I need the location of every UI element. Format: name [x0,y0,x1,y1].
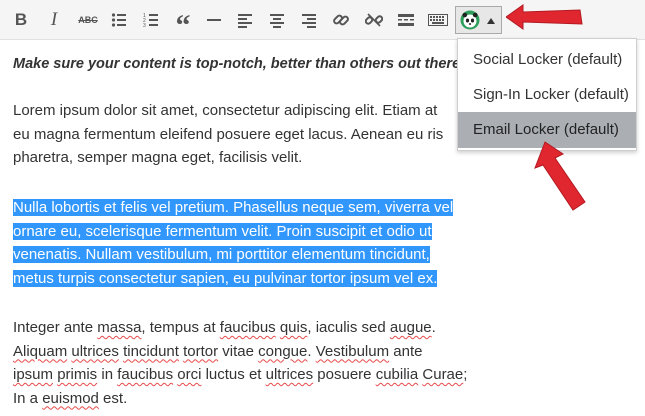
spellcheck-word: ultrices [71,342,119,360]
paragraph-line: Lorem ipsum dolor sit amet, consectetur … [13,102,438,119]
strikethrough-icon: ABC [78,15,98,25]
selected-text-line: venenatis. Nullam vestibulum, mi porttit… [13,246,430,263]
locker-dropdown-menu: Social Locker (default) Sign-In Locker (… [457,38,637,151]
horizontal-line-icon [207,19,221,21]
align-right-icon [302,14,316,28]
read-more-button[interactable] [393,7,419,33]
selected-text-line: metus turpis consectetur sapien, eu pulv… [13,269,438,287]
spellcheck-word: Curae [422,366,464,383]
spellcheck-word: Aliquam [13,342,68,360]
caret-up-icon [487,18,495,24]
align-center-button[interactable] [264,7,290,33]
annotation-arrow-icon [506,4,583,30]
bold-icon: B [14,10,28,29]
paragraph-line: eu magna fermentum eleifend posuere eget… [13,125,444,143]
numbered-list-icon: 1 2 3 [143,13,158,28]
unlink-icon [365,13,383,27]
svg-text:3: 3 [143,23,146,28]
selected-paragraph: Nulla lobortis et felis vel pretium. Pha… [13,196,454,290]
locker-dropdown-button[interactable] [455,6,502,34]
spellcheck-word: massa [97,319,142,336]
paragraph-1: Lorem ipsum dolor sit amet, consectetur … [13,99,443,170]
selected-text-line: Nulla lobortis et felis vel pretium. Pha… [13,199,454,216]
bold-button[interactable]: B [8,7,34,33]
spellcheck-word: faucibus [117,366,174,383]
align-right-button[interactable] [296,7,322,33]
horizontal-line-button[interactable] [201,7,227,33]
remove-link-button[interactable] [361,7,387,33]
align-left-button[interactable] [232,7,258,33]
paragraph-line: In a euismod est. [13,389,128,407]
spellcheck-word: euismod [42,389,99,407]
bulleted-list-icon [111,13,126,27]
menu-item-sign-in-locker[interactable]: Sign-In Locker (default) [458,77,636,113]
spellcheck-word: ultrices [265,366,314,383]
intro-text: Make sure your content is top-notch, bet… [13,56,465,72]
blockquote-button[interactable]: “ [170,7,196,41]
paragraph-line: pharetra, semper magna eget, facilisis v… [13,149,303,166]
spellcheck-word: tortor [183,342,219,360]
spellcheck-word: Vestibulum [315,342,390,360]
italic-icon: I [50,9,58,30]
strikethrough-button[interactable]: ABC [75,7,101,33]
link-icon [333,14,349,26]
align-center-icon [270,14,284,28]
spellcheck-word: augue [389,319,432,336]
toolbar-toggle-button[interactable] [425,7,451,33]
selected-text-line: ornare eu, scelerisque fermentum velit. … [13,222,432,240]
spellcheck-word: primis [57,366,98,383]
paragraph-line: Integer ante massa, tempus at faucibus q… [13,319,436,336]
spellcheck-word: ipsum [13,366,54,383]
keyboard-icon [428,14,448,26]
annotation-arrow-icon [534,141,586,211]
bulleted-list-button[interactable] [106,7,132,33]
read-more-icon [398,14,414,26]
blockquote-icon: “ [175,9,191,42]
paragraph-line: Aliquam ultrices tincidunt tortor vitae … [13,342,423,360]
spellcheck-word: orci [177,366,202,383]
panda-icon [460,10,480,30]
spellcheck-word: quis [279,319,308,336]
paragraph-line: ipsum primis in faucibus orci luctus et … [13,366,468,383]
menu-item-social-locker[interactable]: Social Locker (default) [458,42,636,78]
insert-link-button[interactable] [328,7,354,33]
spellcheck-word: tincidunt [123,342,179,360]
italic-button[interactable]: I [41,7,67,33]
spellcheck-word: faucibus [219,319,276,336]
paragraph-3: Integer ante massa, tempus at faucibus q… [13,316,467,410]
spellcheck-word: congue [258,342,308,360]
spellcheck-word: cubilia [375,366,419,383]
numbered-list-button[interactable]: 1 2 3 [138,7,164,33]
align-left-icon [238,14,252,28]
